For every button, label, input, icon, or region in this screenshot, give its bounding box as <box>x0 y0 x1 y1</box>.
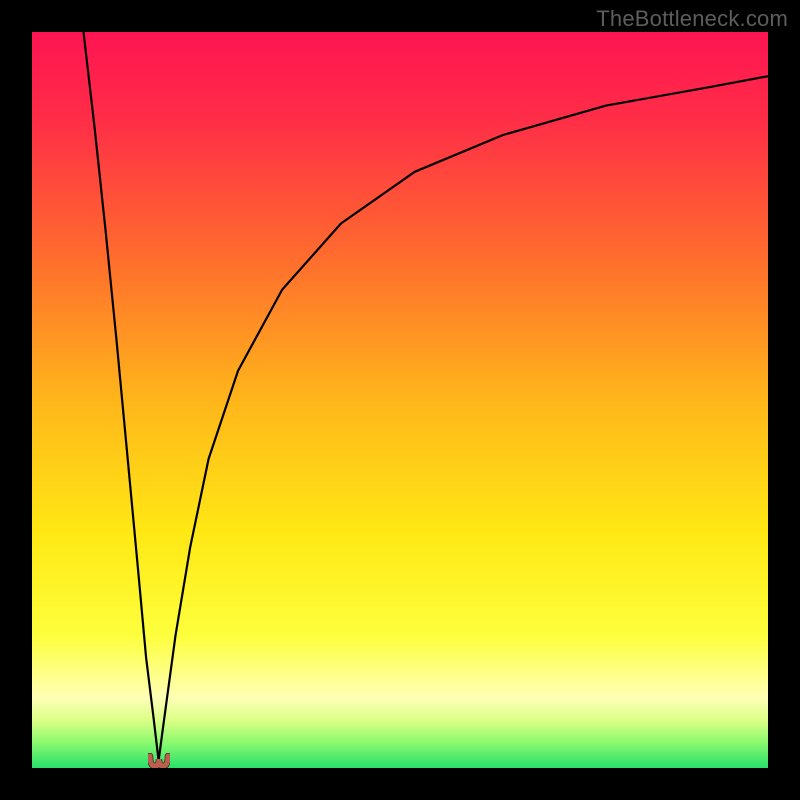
curve-left-branch <box>84 32 159 761</box>
chart-frame: TheBottleneck.com <box>0 0 800 800</box>
watermark-text: TheBottleneck.com <box>596 6 788 32</box>
plot-area <box>32 32 768 768</box>
curve-layer <box>32 32 768 768</box>
curve-right-branch <box>159 76 768 760</box>
